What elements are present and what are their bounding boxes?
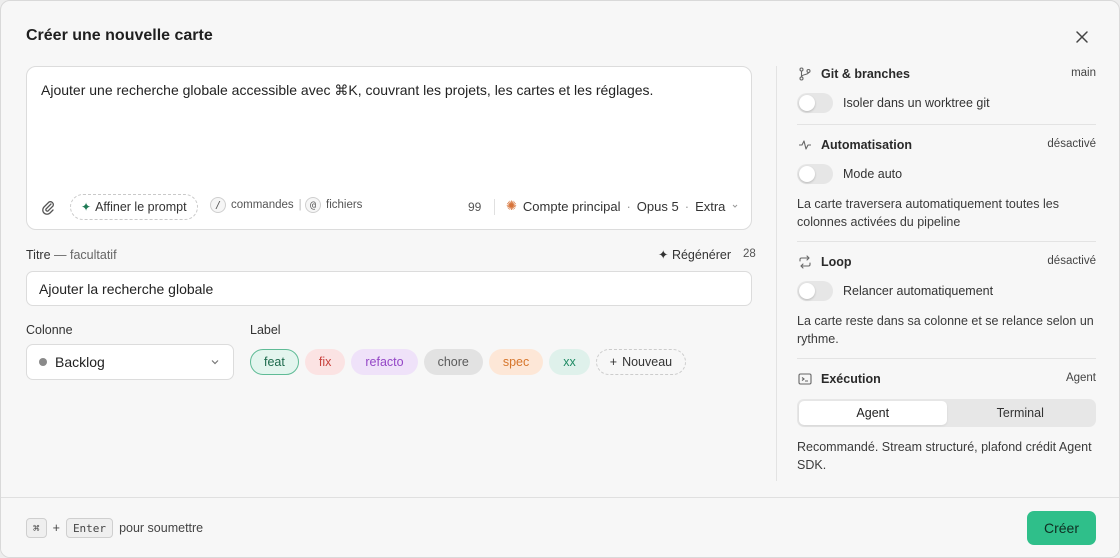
plus-icon: + — [609, 355, 618, 369]
execution-option-agent[interactable]: Agent — [799, 401, 947, 425]
git-section: Git & branches main Isoler dans un workt… — [797, 65, 1096, 113]
labels-label: Label — [250, 323, 281, 337]
separator-dot: · — [626, 198, 631, 214]
paperclip-icon — [42, 201, 54, 215]
title-optional: — facultatif — [54, 248, 117, 262]
column-select[interactable]: Backlog — [26, 344, 234, 380]
prompt-text[interactable]: Ajouter une recherche globale accessible… — [41, 82, 653, 99]
repeat-icon — [797, 254, 813, 270]
regenerate-label: ✦ Régénérer — [658, 247, 731, 262]
activity-icon — [797, 137, 813, 153]
label-chip-spec[interactable]: spec — [488, 349, 544, 375]
label-chip-feat[interactable]: feat — [250, 349, 299, 375]
create-button[interactable]: Créer — [1027, 511, 1096, 545]
chevron-down-icon — [211, 360, 219, 365]
regenerate-button[interactable]: ✦ Régénérer 28 — [658, 247, 756, 262]
automation-section: Automatisation désactivé Mode auto La ca… — [797, 136, 1096, 231]
divider — [494, 199, 495, 215]
label-chip-refacto[interactable]: refacto — [351, 349, 418, 375]
divider: | — [298, 199, 302, 211]
at-key: @ — [305, 197, 321, 213]
new-card-modal: Créer une nouvelle carte Ajouter une rec… — [0, 0, 1120, 558]
sparkle-icon: ✦ — [81, 200, 92, 214]
title-char-count: 28 — [743, 248, 756, 260]
loop-description: La carte reste dans sa colonne et se rel… — [797, 314, 1094, 346]
automation-description: La carte traversera automatiquement tout… — [797, 197, 1059, 229]
char-count: 99 — [468, 200, 482, 214]
git-section-title: Git & branches — [821, 67, 910, 81]
label-chip-chore[interactable]: chore — [423, 349, 483, 375]
auto-restart-toggle[interactable] — [797, 281, 833, 301]
files-hint[interactable]: @ fichiers — [305, 197, 362, 213]
terminal-icon — [797, 371, 813, 387]
modal-footer: ⌘ + Enter pour soumettre Créer — [1, 497, 1119, 557]
cmd-key: ⌘ — [26, 518, 47, 538]
automation-title: Automatisation — [821, 138, 912, 152]
label-chip-xx[interactable]: xx — [549, 349, 590, 375]
prompt-editor[interactable]: Ajouter une recherche globale accessible… — [26, 66, 752, 230]
loop-section: Loop désactivé Relancer automatiquement … — [797, 253, 1096, 348]
label-chip-fix[interactable]: fix — [304, 349, 346, 375]
automation-status: désactivé — [1047, 138, 1096, 150]
regenerate-text: Régénérer — [671, 248, 732, 262]
title-label-text: Titre — [26, 248, 51, 262]
model-selector[interactable]: ✺ Compte principal · Opus 5 · Extra — [506, 198, 739, 214]
worktree-toggle-label: Isoler dans un worktree git — [843, 96, 990, 110]
new-label-text: Nouveau — [622, 355, 673, 369]
modal-title: Créer une nouvelle carte — [26, 27, 213, 44]
prompt-toolbar: ✦ Affiner le prompt / commandes | @ fich… — [27, 194, 751, 220]
worktree-toggle[interactable] — [797, 93, 833, 113]
label-chips: feat fix refacto chore spec xx + Nouveau — [250, 349, 687, 375]
files-label: fichiers — [326, 199, 363, 211]
execution-mode-toggle: Agent Terminal — [797, 399, 1096, 427]
chevron-down-icon — [733, 204, 738, 208]
commands-label: commandes — [231, 199, 294, 211]
title-input[interactable] — [26, 271, 752, 306]
execution-title: Exécution — [821, 372, 881, 386]
effort-label: Extra — [695, 198, 726, 214]
divider — [797, 124, 1096, 125]
refine-prompt-button[interactable]: ✦ Affiner le prompt — [70, 194, 198, 220]
execution-option-terminal[interactable]: Terminal — [947, 401, 1095, 425]
git-branch-icon — [797, 66, 813, 82]
separator-dot: · — [684, 198, 690, 214]
column-value: Backlog — [55, 354, 105, 370]
execution-section: Exécution Agent Agent Terminal Recommand… — [797, 370, 1096, 474]
execution-status: Agent — [1065, 372, 1096, 384]
divider — [797, 241, 1096, 242]
auto-mode-label: Mode auto — [843, 167, 903, 181]
close-button[interactable] — [1070, 25, 1094, 49]
new-label-button[interactable]: + Nouveau — [595, 349, 687, 375]
enter-key: Enter — [65, 518, 114, 538]
divider — [797, 358, 1096, 359]
submit-hint: ⌘ + Enter pour soumettre — [26, 518, 203, 538]
loop-status: désactivé — [1047, 255, 1096, 267]
close-icon — [1076, 31, 1088, 43]
auto-mode-toggle[interactable] — [797, 164, 833, 184]
plus-sign: + — [52, 521, 60, 535]
slash-key: / — [210, 197, 226, 213]
commands-hint[interactable]: / commandes | — [210, 197, 302, 213]
loop-title: Loop — [821, 255, 852, 269]
attach-button[interactable] — [40, 199, 56, 218]
git-branch-status: main — [1071, 67, 1096, 79]
panel-divider — [776, 66, 777, 481]
status-dot — [39, 358, 47, 366]
model-label: Opus 5 — [636, 198, 679, 214]
claude-logo-icon: ✺ — [506, 198, 517, 213]
refine-prompt-label: Affiner le prompt — [95, 200, 187, 214]
account-label: Compte principal — [522, 198, 621, 214]
execution-description: Recommandé. Stream structuré, plafond cr… — [797, 440, 1092, 472]
sparkle-icon: ✦ — [658, 248, 672, 262]
title-label: Titre — facultatif — [26, 248, 117, 262]
column-label: Colonne — [26, 323, 73, 337]
submit-hint-text: pour soumettre — [119, 521, 204, 535]
auto-restart-label: Relancer automatiquement — [843, 284, 994, 298]
